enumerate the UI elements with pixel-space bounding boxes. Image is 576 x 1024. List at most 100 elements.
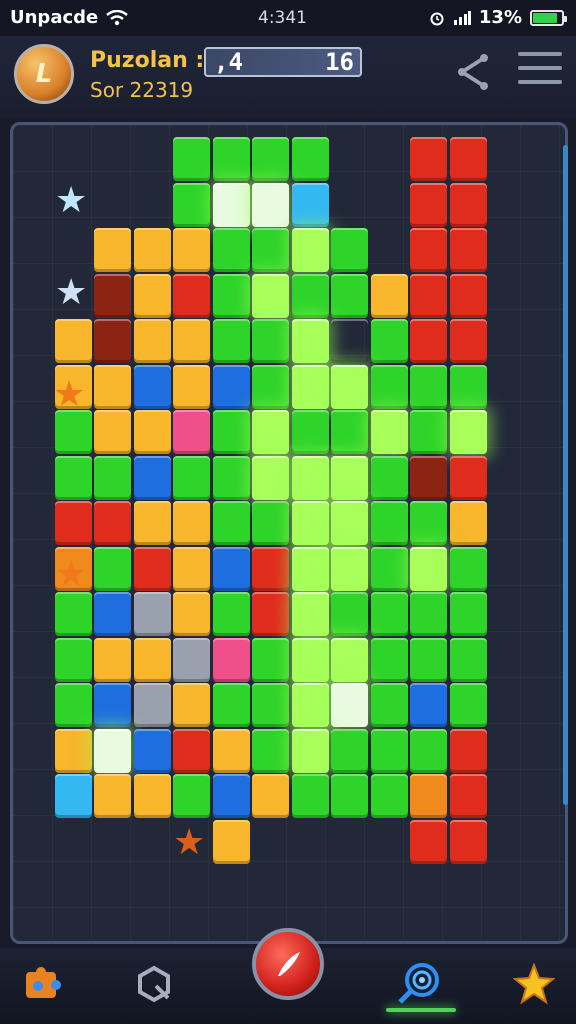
puzzle-piece-green[interactable]: [54, 637, 92, 682]
puzzle-piece-white[interactable]: [212, 182, 250, 227]
puzzle-piece-green[interactable]: [252, 501, 289, 545]
puzzle-piece-green[interactable]: [410, 410, 447, 454]
puzzle-piece-green[interactable]: [370, 319, 408, 363]
puzzle-piece-blue[interactable]: [212, 364, 250, 409]
puzzle-piece-lime[interactable]: [291, 683, 329, 727]
puzzle-piece-red[interactable]: [410, 182, 447, 227]
puzzle-piece-green[interactable]: [54, 410, 92, 454]
puzzle-piece-green[interactable]: [212, 273, 250, 318]
puzzle-piece-green[interactable]: [173, 774, 210, 818]
puzzle-piece-lime[interactable]: [331, 637, 368, 682]
puzzle-piece-green[interactable]: [370, 728, 408, 773]
puzzle-piece-darkred[interactable]: [94, 273, 131, 318]
puzzle-piece-green[interactable]: [370, 501, 408, 545]
puzzle-piece-green[interactable]: [370, 546, 408, 591]
puzzle-piece-green[interactable]: [252, 319, 289, 363]
puzzle-piece-green[interactable]: [449, 592, 487, 636]
puzzle-piece-lime[interactable]: [291, 228, 329, 272]
puzzle-piece-green[interactable]: [331, 592, 368, 636]
puzzle-piece-green[interactable]: [252, 364, 289, 409]
puzzle-piece-undefined[interactable]: [331, 319, 368, 363]
puzzle-piece-green[interactable]: [291, 774, 329, 818]
puzzle-piece-lime[interactable]: [331, 501, 368, 545]
puzzle-piece-yellow[interactable]: [173, 319, 210, 363]
puzzle-piece-green[interactable]: [449, 546, 487, 591]
puzzle-piece-green[interactable]: [410, 637, 447, 682]
puzzle-piece-darkred[interactable]: [94, 319, 131, 363]
puzzle-piece-yellow[interactable]: [212, 819, 250, 864]
puzzle-piece-green[interactable]: [449, 637, 487, 682]
puzzle-piece-green[interactable]: [252, 228, 289, 272]
puzzle-piece-yellow[interactable]: [133, 774, 171, 818]
puzzle-piece-green[interactable]: [212, 410, 250, 454]
menu-icon[interactable]: [518, 52, 562, 92]
puzzle-piece-red[interactable]: [449, 455, 487, 500]
puzzle-piece-green[interactable]: [212, 137, 250, 181]
puzzle-piece-gray[interactable]: [173, 637, 210, 682]
puzzle-piece-lime[interactable]: [449, 410, 487, 454]
puzzle-piece-green[interactable]: [449, 364, 487, 409]
puzzle-piece-red[interactable]: [54, 501, 92, 545]
puzzle-piece-lime[interactable]: [291, 637, 329, 682]
puzzle-piece-green[interactable]: [449, 683, 487, 727]
puzzle-grid[interactable]: [13, 125, 565, 941]
puzzle-piece-yellow[interactable]: [133, 273, 171, 318]
puzzle-piece-lime[interactable]: [252, 273, 289, 318]
puzzle-piece-red[interactable]: [252, 592, 289, 636]
puzzle-piece-green[interactable]: [410, 501, 447, 545]
puzzle-piece-lime[interactable]: [291, 319, 329, 363]
puzzle-piece-lime[interactable]: [291, 592, 329, 636]
puzzle-piece-red[interactable]: [449, 228, 487, 272]
puzzle-piece-green[interactable]: [410, 592, 447, 636]
avatar[interactable]: L: [14, 44, 74, 104]
puzzle-piece-green[interactable]: [291, 410, 329, 454]
puzzle-piece-green[interactable]: [94, 546, 131, 591]
puzzle-piece-green[interactable]: [370, 637, 408, 682]
puzzle-piece-lime[interactable]: [252, 410, 289, 454]
puzzle-piece-green[interactable]: [331, 228, 368, 272]
puzzle-piece-blue[interactable]: [410, 683, 447, 727]
puzzle-piece-red[interactable]: [410, 319, 447, 363]
puzzle-piece-lime[interactable]: [291, 728, 329, 773]
puzzle-piece-yellow[interactable]: [449, 501, 487, 545]
puzzle-piece-green[interactable]: [252, 683, 289, 727]
puzzle-piece-lime[interactable]: [331, 546, 368, 591]
puzzle-piece-yellow[interactable]: [173, 228, 210, 272]
puzzle-piece-lime[interactable]: [291, 455, 329, 500]
puzzle-piece-green[interactable]: [370, 455, 408, 500]
puzzle-piece-green[interactable]: [252, 728, 289, 773]
play-feather-icon[interactable]: [252, 928, 324, 1000]
puzzle-piece-green[interactable]: [212, 501, 250, 545]
puzzle-piece-yellow[interactable]: [252, 774, 289, 818]
puzzle-piece-green[interactable]: [410, 728, 447, 773]
puzzle-piece-lime[interactable]: [291, 364, 329, 409]
puzzle-piece-lime[interactable]: [370, 410, 408, 454]
puzzle-icon[interactable]: [18, 960, 66, 1008]
puzzle-piece-red[interactable]: [133, 546, 171, 591]
star-icon[interactable]: [510, 960, 558, 1008]
puzzle-piece-green[interactable]: [94, 455, 131, 500]
puzzle-piece-green[interactable]: [173, 137, 210, 181]
puzzle-piece-red[interactable]: [449, 273, 487, 318]
puzzle-piece-green[interactable]: [212, 228, 250, 272]
puzzle-piece-yellow[interactable]: [54, 319, 92, 363]
puzzle-piece-orange[interactable]: [410, 774, 447, 818]
puzzle-piece-red[interactable]: [173, 728, 210, 773]
puzzle-piece-blue[interactable]: [212, 774, 250, 818]
puzzle-piece-yellow[interactable]: [133, 501, 171, 545]
puzzle-piece-green[interactable]: [331, 273, 368, 318]
puzzle-piece-red[interactable]: [94, 501, 131, 545]
puzzle-piece-green[interactable]: [291, 273, 329, 318]
puzzle-piece-green[interactable]: [212, 455, 250, 500]
puzzle-piece-yellow[interactable]: [133, 410, 171, 454]
target-icon[interactable]: [396, 960, 444, 1008]
puzzle-piece-yellow[interactable]: [54, 728, 92, 773]
puzzle-piece-green[interactable]: [173, 455, 210, 500]
puzzle-board[interactable]: ★ ★ ★ ★ ★: [10, 122, 568, 944]
puzzle-piece-green[interactable]: [252, 637, 289, 682]
puzzle-piece-yellow[interactable]: [173, 546, 210, 591]
puzzle-piece-red[interactable]: [449, 319, 487, 363]
puzzle-piece-red[interactable]: [449, 819, 487, 864]
puzzle-piece-red[interactable]: [173, 273, 210, 318]
puzzle-piece-red[interactable]: [449, 182, 487, 227]
